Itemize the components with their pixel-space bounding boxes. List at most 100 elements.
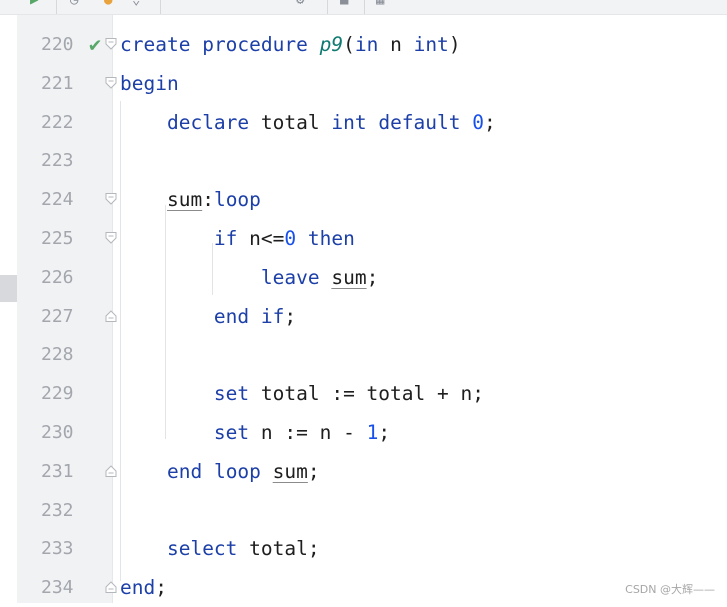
fold-open-icon[interactable]	[104, 37, 118, 51]
code-line[interactable]: if n<=0 then	[120, 220, 355, 258]
line-number[interactable]: 229	[41, 375, 77, 413]
line-number[interactable]: 227	[41, 298, 77, 336]
code-token: sum	[272, 459, 308, 483]
code-token: in	[354, 33, 379, 56]
line-number[interactable]: 222	[41, 104, 77, 142]
code-editor[interactable]: create procedure p9(in n int) begin decla…	[120, 15, 720, 603]
table-icon[interactable]: ▦	[376, 0, 384, 7]
line-number[interactable]: 230	[41, 414, 77, 452]
tool-window-strip	[0, 15, 17, 603]
code-token: ;	[155, 576, 167, 600]
line-number[interactable]: 226	[41, 259, 77, 297]
code-line[interactable]: leave sum;	[120, 259, 378, 297]
toolbar-separator	[56, 0, 57, 14]
tool-window-marker[interactable]	[0, 275, 17, 302]
line-number[interactable]: 225	[41, 220, 77, 258]
settings-icon[interactable]: ⚙	[296, 0, 304, 7]
code-token: ;	[307, 459, 320, 483]
code-line[interactable]: set total := total + n;	[120, 375, 484, 413]
code-token: then	[307, 227, 355, 250]
run-icon[interactable]: ▶	[30, 0, 38, 7]
code-token: sum	[331, 265, 367, 289]
code-token: sum	[166, 188, 203, 212]
code-token: int	[413, 33, 449, 56]
code-token: declare	[166, 110, 250, 134]
fold-open-icon[interactable]	[104, 76, 118, 90]
line-number[interactable]: 221	[41, 65, 77, 103]
code-token: int	[331, 110, 367, 134]
code-line[interactable]: create procedure p9(in n int)	[120, 26, 461, 64]
fold-close-icon[interactable]	[104, 309, 118, 323]
code-token: end	[213, 304, 250, 328]
code-token: create	[120, 33, 191, 56]
code-token: :	[202, 188, 214, 212]
code-line[interactable]: sum:loop	[120, 181, 261, 219]
line-number[interactable]: 224	[41, 181, 77, 219]
indent-guide	[120, 101, 121, 581]
line-number[interactable]: 234	[41, 569, 77, 607]
code-token: p9	[319, 33, 344, 56]
history-icon[interactable]: ◷	[70, 0, 78, 7]
code-token: end	[120, 576, 156, 600]
code-token: leave	[260, 265, 320, 289]
code-token: 0	[284, 227, 297, 250]
code-token: total;	[237, 537, 320, 561]
code-line[interactable]: select total;	[120, 530, 320, 568]
code-line[interactable]: begin	[120, 65, 179, 103]
toolbar-separator	[160, 0, 161, 14]
code-token: procedure	[202, 33, 308, 56]
code-token: n<=	[237, 227, 285, 250]
fold-close-icon[interactable]	[104, 580, 118, 594]
code-token: if	[260, 304, 285, 328]
code-token: loop	[213, 459, 261, 483]
code-token: if	[213, 227, 238, 250]
code-line[interactable]: declare total int default 0;	[120, 104, 496, 142]
warning-icon[interactable]: ●	[104, 0, 112, 7]
code-token: begin	[120, 71, 179, 95]
dropdown-icon[interactable]: ⌄	[132, 0, 140, 7]
line-number[interactable]: 223	[41, 142, 77, 180]
code-token: ;	[284, 304, 297, 328]
code-line[interactable]: end loop sum;	[120, 453, 320, 491]
code-token: ;	[484, 110, 496, 134]
line-number[interactable]: 232	[41, 492, 77, 530]
code-token: ;	[378, 421, 391, 444]
line-number[interactable]: 220	[41, 26, 77, 64]
code-line[interactable]: set n := n - 1;	[120, 414, 390, 452]
fold-open-icon[interactable]	[104, 231, 118, 245]
stop-icon[interactable]: ■	[340, 0, 348, 7]
code-line[interactable]: end;	[120, 569, 167, 607]
code-token: set	[213, 421, 250, 444]
code-token: 1	[366, 421, 379, 444]
code-token: loop	[213, 188, 261, 212]
fold-open-icon[interactable]	[104, 192, 118, 206]
code-token: (	[343, 33, 355, 56]
code-token: total := total + n;	[249, 382, 484, 406]
toolbar-separator	[364, 0, 365, 14]
checkmark-icon[interactable]: ✔	[85, 34, 105, 54]
code-token: n := n -	[249, 421, 367, 444]
code-line[interactable]: end if;	[120, 298, 296, 336]
fold-close-icon[interactable]	[104, 464, 118, 478]
line-number[interactable]: 233	[41, 530, 77, 568]
code-token: 0	[472, 110, 485, 134]
toolbar-separator	[327, 0, 328, 14]
watermark: CSDN @大辉——	[625, 583, 715, 596]
line-number[interactable]: 228	[41, 336, 77, 374]
line-number[interactable]: 231	[41, 453, 77, 491]
